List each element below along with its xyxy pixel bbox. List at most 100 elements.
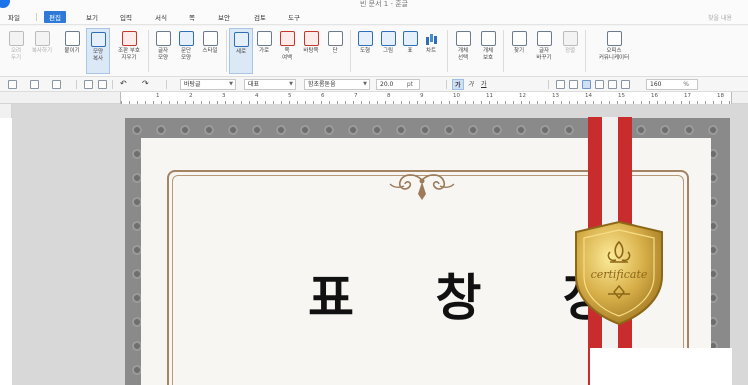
portrait-button[interactable]: 세로 (229, 28, 253, 74)
title-bar: 빈 문서 1 - 훈글 (0, 0, 748, 9)
ruler-number: 14 (585, 93, 592, 99)
seal-text: certificate (591, 268, 648, 281)
align-split-icon[interactable] (621, 80, 630, 89)
align-left-icon[interactable] (569, 80, 578, 89)
blank-patch (590, 348, 732, 385)
align-distribute-icon[interactable] (608, 80, 617, 89)
scissors-icon (8, 31, 24, 46)
char-shape-button[interactable]: 글자 모양 (151, 28, 175, 74)
replace-button[interactable]: 글자 바꾸기 (532, 28, 556, 74)
ruler-number: 13 (552, 93, 559, 99)
language-select[interactable]: 대표 ▼ (244, 79, 296, 90)
columns-button[interactable]: 단 (323, 28, 347, 74)
binoculars-icon (511, 31, 527, 46)
page-margin-button[interactable]: 쪽 여백 (275, 28, 299, 74)
copy-button[interactable]: 복사하기 (30, 28, 54, 74)
toolbar-separator (446, 80, 447, 89)
ruler-number: 1 (156, 93, 160, 99)
master-page-button[interactable]: 바탕쪽 (299, 28, 323, 74)
toolbar-separator (548, 80, 549, 89)
hwp-window: 빈 문서 1 - 훈글 파일 편집 보기 입력 서식 쪽 보안 검토 도구 찾을… (0, 0, 748, 385)
ribbon-toolbar: 오려 두기 복사하기 붙이기 모양 복사 조판 부호 지우기 글자 모양 문단 모양 스타… (0, 26, 748, 77)
shape-button[interactable]: 도형 (353, 28, 377, 74)
style-icon (202, 31, 218, 46)
ruler-number: 12 (519, 93, 526, 99)
sort-icon (562, 31, 578, 46)
ruler-number: 7 (354, 93, 358, 99)
menu-security[interactable]: 보안 (218, 12, 230, 22)
office-communicator-button[interactable]: 오피스 커뮤니케이터 (590, 28, 638, 74)
paste-icon (64, 31, 80, 46)
undo-icon[interactable]: ↶ (120, 79, 127, 88)
open-folder-icon[interactable] (30, 80, 39, 89)
ruler-number: 18 (717, 93, 724, 99)
para-shape-button[interactable]: 문단 모양 (174, 28, 198, 74)
paste-button[interactable]: 붙이기 (60, 28, 84, 74)
gold-seal-icon: certificate (575, 220, 663, 326)
clear-marks-button[interactable]: 조판 부호 지우기 (114, 28, 144, 74)
page-margin-icon (279, 31, 295, 46)
sort-button[interactable]: 정렬 (558, 28, 582, 74)
italic-button[interactable]: 가 (468, 79, 474, 88)
style-select[interactable]: 바탕글 ▼ (180, 79, 236, 90)
new-document-icon[interactable] (8, 80, 17, 89)
replace-icon (536, 31, 552, 46)
menu-page[interactable]: 쪽 (189, 12, 195, 22)
master-page-icon (303, 31, 319, 46)
menu-view[interactable]: 보기 (86, 12, 98, 22)
ribbon-separator (447, 30, 448, 72)
ruler-number: 9 (420, 93, 424, 99)
chart-button[interactable]: 차트 (419, 28, 443, 74)
chevron-down-icon: ▼ (363, 81, 367, 87)
ruler-number: 15 (618, 93, 625, 99)
toolbar-separator (76, 80, 77, 89)
print-icon[interactable] (84, 80, 93, 89)
style-button[interactable]: 스타일 (198, 28, 222, 74)
char-shape-icon (155, 31, 171, 46)
table-icon (402, 31, 418, 46)
ribbon-separator (226, 30, 227, 72)
menu-file[interactable]: 파일 (8, 12, 20, 22)
preview-icon[interactable] (98, 80, 107, 89)
landscape-icon (256, 31, 272, 46)
app-logo-icon[interactable] (0, 0, 10, 8)
search-hint[interactable]: 찾을 내용 (708, 13, 732, 22)
columns-icon (327, 31, 343, 46)
align-center-icon[interactable] (582, 80, 591, 89)
font-size-input[interactable]: 20.0 pt (376, 79, 420, 90)
ribbon-separator (503, 30, 504, 72)
menu-edit[interactable]: 편집 (44, 11, 66, 23)
portrait-icon (233, 32, 249, 47)
landscape-button[interactable]: 가로 (252, 28, 276, 74)
bold-button[interactable]: 가 (452, 79, 464, 90)
menu-tools[interactable]: 도구 (288, 12, 300, 22)
zoom-select[interactable]: 160% (646, 79, 698, 90)
toolbar-separator (166, 80, 167, 89)
ruler-number: 5 (288, 93, 292, 99)
toolbar-separator (112, 80, 113, 89)
ribbon-separator (350, 30, 351, 72)
format-painter-icon (90, 32, 106, 47)
underline-button[interactable]: 가 (481, 79, 487, 88)
font-select[interactable]: 함초롬돋움 ▼ (304, 79, 370, 90)
menu-bar: 파일 편집 보기 입력 서식 쪽 보안 검토 도구 찾을 내용 (0, 9, 748, 25)
ruler-number: 3 (222, 93, 226, 99)
align-right-icon[interactable] (595, 80, 604, 89)
picture-button[interactable]: 그림 (376, 28, 400, 74)
menu-insert[interactable]: 입력 (120, 12, 132, 22)
menu-format[interactable]: 서식 (155, 12, 167, 22)
format-painter-button[interactable]: 모양 복사 (86, 28, 110, 74)
cut-button[interactable]: 오려 두기 (4, 28, 28, 74)
find-button[interactable]: 찾기 (507, 28, 531, 74)
redo-icon[interactable]: ↷ (142, 79, 149, 88)
ruler-number: 8 (387, 93, 391, 99)
protect-object-button[interactable]: 개체 보호 (476, 28, 500, 74)
ruler-number: 4 (255, 93, 259, 99)
align-justify-icon[interactable] (556, 80, 565, 89)
select-object-button[interactable]: 개체 선택 (451, 28, 475, 74)
vertical-ruler[interactable] (0, 104, 12, 385)
menu-review[interactable]: 검토 (254, 12, 266, 22)
save-icon[interactable] (52, 80, 61, 89)
horizontal-ruler[interactable]: 1 2 3 4 5 6 7 8 9 10 11 12 13 14 15 16 17 18 (0, 92, 748, 104)
select-object-icon (455, 31, 471, 46)
